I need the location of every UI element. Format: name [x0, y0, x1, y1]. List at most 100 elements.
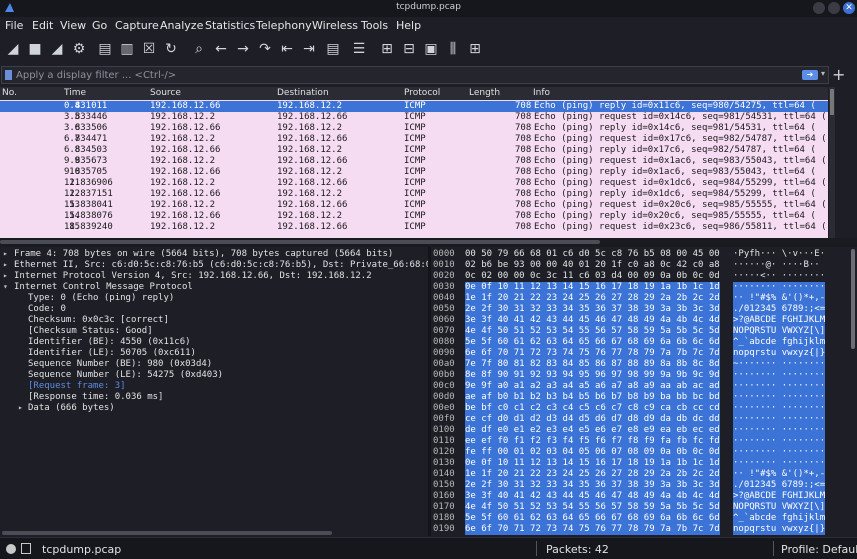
- request-frame-link[interactable]: [Request frame: 3]: [0, 381, 428, 392]
- expand-all-icon[interactable]: ⊞: [466, 40, 484, 58]
- packet-row[interactable]: 8 6.834503 192.168.12.66 192.168.12.2 ICMP 70…: [0, 145, 828, 156]
- column-header-time[interactable]: Time: [64, 88, 86, 98]
- capture-options-gear-icon[interactable]: ⚙: [70, 40, 88, 58]
- pane-splitter[interactable]: [0, 238, 857, 247]
- packet-row[interactable]: 11 12.836906 192.168.12.2 192.168.12.66 ICMP…: [0, 178, 828, 189]
- detail-tree-item[interactable]: Sequence Number (BE): 980 (0x03d4): [0, 359, 428, 370]
- scrollbar-thumb[interactable]: [2, 531, 332, 535]
- apply-filter-arrow-icon[interactable]: ➜: [802, 70, 818, 80]
- hex-dump-row[interactable]: 00f0 ce cf d0 d1 d2 d3 d4 d5 d6 d7 d8 d9 …: [431, 414, 849, 425]
- filter-dropdown-icon[interactable]: ▾: [821, 69, 825, 78]
- menu-edit[interactable]: Edit: [32, 19, 53, 32]
- hex-dump-row[interactable]: 0000 00 50 79 66 68 01 c6 d0 5c c8 76 b5 …: [431, 249, 849, 260]
- hex-dump-row[interactable]: 0090 6e 6f 70 71 72 73 74 75 76 77 78 79 …: [431, 348, 849, 359]
- column-header-protocol[interactable]: Protocol: [404, 88, 440, 98]
- packet-row[interactable]: 10 9.835705 192.168.12.66 192.168.12.2 ICMP 7…: [0, 167, 828, 178]
- hex-dump-row[interactable]: 00a0 7e 7f 80 81 82 83 84 85 86 87 88 89 …: [431, 359, 849, 370]
- detail-tree-item[interactable]: Code: 0: [0, 304, 428, 315]
- expand-arrow-icon[interactable]: ▸: [3, 271, 8, 280]
- hex-dump-row[interactable]: 00b0 8e 8f 90 91 92 93 94 95 96 97 98 99 …: [431, 370, 849, 381]
- detail-tree-item[interactable]: Checksum: 0x0c3c [correct]: [0, 315, 428, 326]
- menu-telephony[interactable]: Telephony: [256, 19, 312, 32]
- detail-tree-item[interactable]: Sequence Number (LE): 54275 (0xd403): [0, 370, 428, 381]
- detail-tree-item[interactable]: ▸ Internet Protocol Version 4, Src: 192.1…: [0, 271, 428, 282]
- detail-tree-item[interactable]: Identifier (BE): 4550 (0x11c6): [0, 337, 428, 348]
- hex-dump-row[interactable]: 00e0 be bf c0 c1 c2 c3 c4 c5 c6 c7 c8 c9 …: [431, 403, 849, 414]
- hex-dump-row[interactable]: 0030 0e 0f 10 11 12 13 14 15 16 17 18 19 …: [431, 282, 849, 293]
- go-to-packet-icon[interactable]: ↷: [256, 40, 274, 58]
- normal-size-icon[interactable]: ▣: [422, 40, 440, 58]
- resize-columns-icon[interactable]: ⫼: [444, 40, 462, 58]
- expand-arrow-icon[interactable]: ▸: [3, 249, 8, 258]
- menu-view[interactable]: View: [60, 19, 86, 32]
- packet-row[interactable]: 14 15.838076 192.168.12.66 192.168.12.2 ICMP…: [0, 211, 828, 222]
- detail-tree-item[interactable]: ▸ Ethernet II, Src: c6:d0:5c:c8:76:b5 (c6…: [0, 260, 437, 271]
- stop-square-icon[interactable]: ■: [26, 40, 44, 58]
- hex-dump-row[interactable]: 0150 2e 2f 30 31 32 33 34 35 36 37 38 39 …: [431, 480, 849, 491]
- expand-arrow-icon[interactable]: ▸: [18, 403, 23, 412]
- menu-tools[interactable]: Tools: [361, 19, 388, 32]
- hex-dump-row[interactable]: 0160 3e 3f 40 41 42 43 44 45 46 47 48 49 …: [431, 491, 849, 502]
- expert-info-indicator-icon[interactable]: [6, 544, 16, 554]
- display-filter-input[interactable]: [16, 68, 786, 82]
- last-packet-icon[interactable]: ⇥: [300, 40, 318, 58]
- maximize-button[interactable]: [828, 2, 840, 14]
- minimize-button[interactable]: [813, 2, 825, 14]
- capture-comment-icon[interactable]: [21, 543, 31, 554]
- hex-dump-row[interactable]: 00d0 ae af b0 b1 b2 b3 b4 b5 b6 b7 b8 b9 …: [431, 392, 849, 403]
- expand-arrow-icon[interactable]: ▸: [3, 260, 8, 269]
- hex-dump-row[interactable]: 0190 6e 6f 70 71 72 73 74 75 76 77 78 79 …: [431, 524, 849, 535]
- detail-tree-item[interactable]: Identifier (LE): 50705 (0xc611): [0, 348, 428, 359]
- reload-icon[interactable]: ↻: [162, 40, 180, 58]
- status-profile[interactable]: Profile: Default: [781, 543, 857, 556]
- close-file-icon[interactable]: ☒: [140, 40, 158, 58]
- scrollbar-thumb[interactable]: [830, 89, 834, 115]
- packet-row[interactable]: 5 3.833446 192.168.12.2 192.168.12.66 ICMP 70…: [0, 112, 828, 123]
- packet-row[interactable]: 15 18.839240 192.168.12.2 192.168.12.66 ICMP…: [0, 222, 828, 233]
- column-header-destination[interactable]: Destination: [277, 88, 329, 98]
- scrollbar-thumb[interactable]: [851, 249, 855, 349]
- detail-tree-item[interactable]: [Response time: 0.036 ms]: [0, 392, 428, 403]
- bytes-scrollbar[interactable]: [849, 247, 857, 536]
- horizontal-scrollbar[interactable]: [0, 240, 600, 244]
- detail-tree-item[interactable]: Type: 0 (Echo (ping) reply): [0, 293, 428, 304]
- hex-dump-row[interactable]: 00c0 9e 9f a0 a1 a2 a3 a4 a5 a6 a7 a8 a9 …: [431, 381, 849, 392]
- hex-dump-row[interactable]: 0020 0c 02 00 00 0c 3c 11 c6 03 d4 00 09 …: [431, 271, 849, 282]
- menu-file[interactable]: File: [5, 19, 23, 32]
- add-filter-button-icon[interactable]: +: [832, 65, 845, 84]
- packet-row[interactable]: 9 9.835673 192.168.12.2 192.168.12.66 ICMP 70…: [0, 156, 828, 167]
- shark-fin-restart-icon[interactable]: ◢: [48, 40, 66, 58]
- detail-tree-item[interactable]: [Checksum Status: Good]: [0, 326, 428, 337]
- hex-dump-row[interactable]: 0140 1e 1f 20 21 22 23 24 25 26 27 28 29 …: [431, 469, 849, 480]
- go-forward-icon[interactable]: →: [234, 40, 252, 58]
- hex-dump-row[interactable]: 0010 02 b6 be 93 00 00 40 01 20 1f c0 a8 …: [431, 260, 849, 271]
- first-packet-icon[interactable]: ⇤: [278, 40, 296, 58]
- menu-capture[interactable]: Capture: [115, 19, 159, 32]
- column-header-length[interactable]: Length: [469, 88, 500, 98]
- menu-wireless[interactable]: Wireless: [312, 19, 358, 32]
- hex-dump-row[interactable]: 0110 ee ef f0 f1 f2 f3 f4 f5 f6 f7 f8 f9 …: [431, 436, 849, 447]
- packet-list-scrollbar[interactable]: [829, 87, 835, 238]
- hex-dump-row[interactable]: 0180 5e 5f 60 61 62 63 64 65 66 67 68 69 …: [431, 513, 849, 524]
- hex-dump-row[interactable]: 0060 3e 3f 40 41 42 43 44 45 46 47 48 49 …: [431, 315, 849, 326]
- save-file-icon[interactable]: ▥: [118, 40, 136, 58]
- hex-dump-row[interactable]: 0040 1e 1f 20 21 22 23 24 25 26 27 28 29 …: [431, 293, 849, 304]
- menu-go[interactable]: Go: [92, 19, 107, 32]
- filter-bookmark-icon[interactable]: [5, 70, 12, 80]
- hex-dump-row[interactable]: 0100 de df e0 e1 e2 e3 e4 e5 e6 e7 e8 e9 …: [431, 425, 849, 436]
- go-back-icon[interactable]: ←: [212, 40, 230, 58]
- packet-row[interactable]: 13 15.838041 192.168.12.2 192.168.12.66 ICMP…: [0, 200, 828, 211]
- menu-analyze[interactable]: Analyze: [160, 19, 203, 32]
- packet-row[interactable]: 7 6.834471 192.168.12.2 192.168.12.66 ICMP 70…: [0, 134, 828, 145]
- hex-dump-row[interactable]: 0080 5e 5f 60 61 62 63 64 65 66 67 68 69 …: [431, 337, 849, 348]
- detail-tree-item[interactable]: ▸ Frame 4: 708 bytes on wire (5664 bits),…: [0, 249, 428, 260]
- menu-statistics[interactable]: Statistics: [205, 19, 255, 32]
- hex-dump-row[interactable]: 0120 fe ff 00 01 02 03 04 05 06 07 08 09 …: [431, 447, 849, 458]
- hex-dump-row[interactable]: 0130 0e 0f 10 11 12 13 14 15 16 17 18 19 …: [431, 458, 849, 469]
- zoom-in-icon[interactable]: ⊞: [378, 40, 396, 58]
- shark-fin-start-icon[interactable]: ◢: [4, 40, 22, 58]
- find-packet-icon[interactable]: ⌕: [190, 40, 208, 58]
- detail-tree-item[interactable]: ▸ Data (666 bytes): [0, 403, 428, 414]
- details-horizontal-scrollbar[interactable]: [0, 530, 428, 536]
- collapse-arrow-icon[interactable]: ▾: [3, 282, 8, 291]
